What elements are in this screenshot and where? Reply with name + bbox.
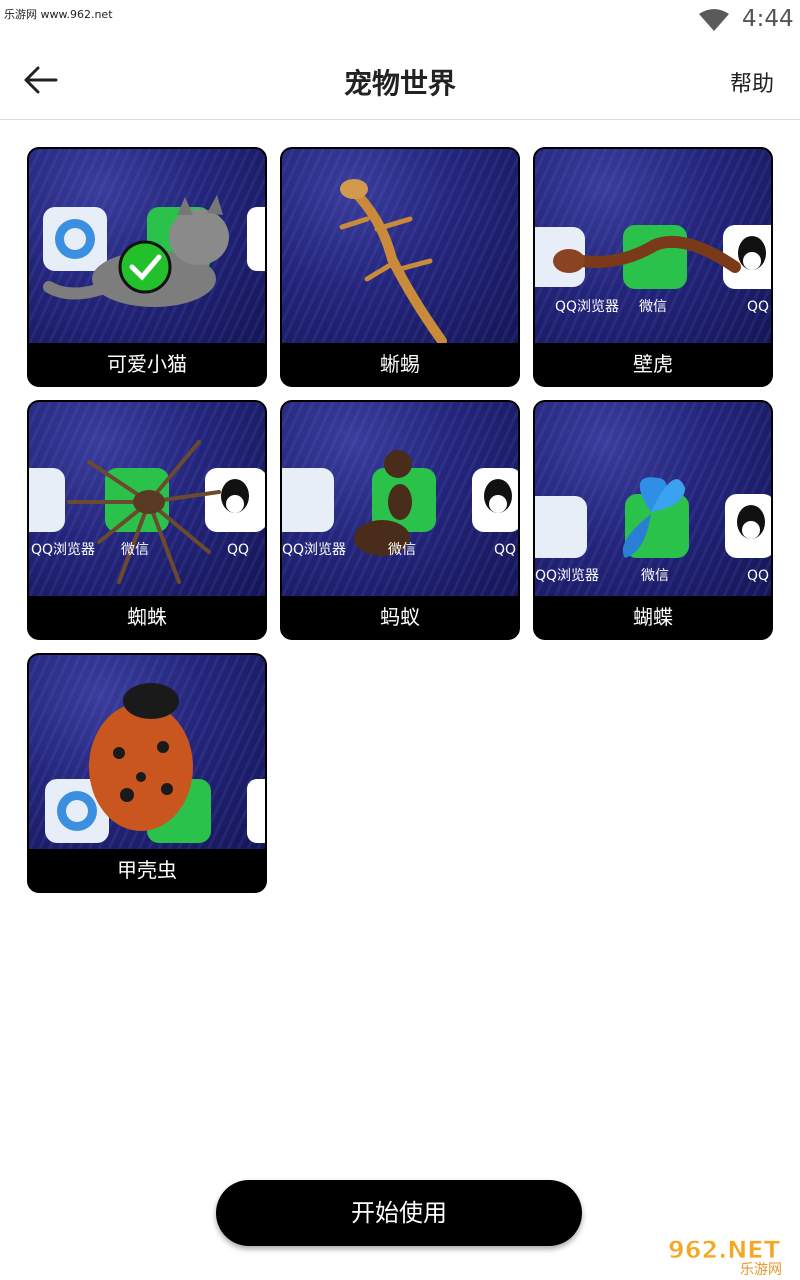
app-label: QQ浏览器	[555, 299, 619, 315]
ladybug-icon	[45, 683, 265, 843]
app-label: 微信	[121, 542, 149, 558]
app-label: 微信	[641, 568, 669, 584]
help-button[interactable]: 帮助	[730, 66, 774, 98]
wifi-icon	[699, 9, 729, 31]
pet-card-ladybug[interactable]: 甲壳虫	[27, 653, 267, 893]
app-label: 微信	[388, 542, 416, 558]
app-label: QQ浏览器	[282, 542, 346, 558]
lizard-icon	[339, 179, 447, 343]
pet-card-cat[interactable]: 可爱小猫	[27, 147, 267, 387]
pet-name: 甲壳虫	[29, 849, 265, 891]
pet-card-gecko[interactable]: QQ浏览器 微信 QQ 壁虎	[533, 147, 773, 387]
pet-name: 蝴蝶	[535, 596, 771, 638]
start-button[interactable]: 开始使用	[216, 1180, 582, 1246]
pet-card-ant[interactable]: QQ浏览器 微信 QQ 蚂蚁	[280, 400, 520, 640]
page-title: 宠物世界	[343, 67, 456, 100]
pet-name: 蜘蛛	[29, 596, 265, 638]
pet-name: 蚂蚁	[282, 596, 518, 638]
app-label: QQ	[747, 299, 769, 315]
app-label: QQ浏览器	[535, 568, 599, 584]
watermark-text: 乐游网 www.962.net	[4, 8, 113, 21]
ant-icon: QQ浏览器 微信 QQ	[282, 450, 518, 558]
header: 宠物世界 帮助	[0, 40, 800, 120]
app-label: QQ	[494, 542, 516, 558]
app-label: QQ	[747, 568, 769, 584]
cat-icon	[43, 195, 265, 307]
clock: 4:44	[742, 6, 794, 32]
watermark-brand: 962.NET	[668, 1236, 781, 1264]
pet-card-lizard[interactable]: 蜥蜴	[280, 147, 520, 387]
spider-icon: QQ浏览器 微信 QQ	[29, 440, 265, 584]
gecko-icon: QQ浏览器 微信 QQ	[535, 225, 771, 315]
pet-name: 可爱小猫	[29, 343, 265, 385]
status-bar: 乐游网 www.962.net 4:44	[0, 0, 800, 40]
pet-name: 蜥蜴	[282, 343, 518, 385]
app-label: QQ浏览器	[31, 542, 95, 558]
logo-watermark: 962.NET 乐游网	[668, 1236, 782, 1276]
pet-card-butterfly[interactable]: QQ浏览器 微信 QQ 蝴蝶	[533, 400, 773, 640]
butterfly-icon: QQ浏览器 微信 QQ	[535, 477, 771, 584]
pet-name: 壁虎	[535, 343, 771, 385]
pet-card-spider[interactable]: QQ浏览器 微信 QQ 蜘蛛	[27, 400, 267, 640]
app-label: 微信	[639, 299, 667, 315]
watermark-sub: 乐游网	[740, 1262, 782, 1276]
app-label: QQ	[227, 542, 249, 558]
